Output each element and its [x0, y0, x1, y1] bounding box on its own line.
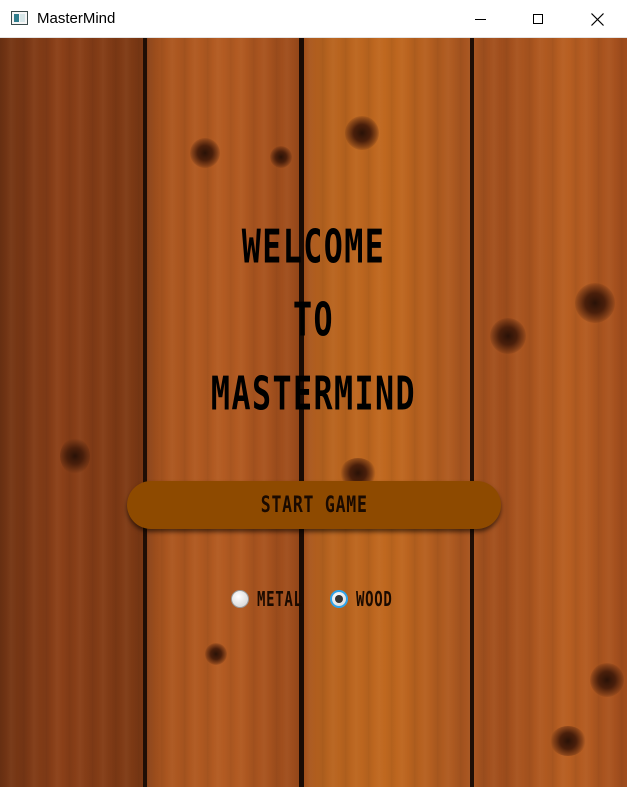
minimize-icon	[474, 18, 486, 20]
wood-knot	[575, 283, 615, 323]
app-window-icon	[11, 11, 28, 25]
wood-radio[interactable]	[330, 590, 348, 608]
welcome-title-line-1: WELCOME	[241, 220, 386, 275]
maximize-button[interactable]	[509, 0, 567, 38]
close-button[interactable]	[568, 0, 626, 38]
wood-knot	[60, 438, 90, 474]
metal-label: METAL	[257, 587, 303, 611]
wood-knot	[270, 146, 292, 168]
minimize-button[interactable]	[451, 0, 509, 38]
close-icon	[590, 12, 604, 26]
window-title: MasterMind	[37, 10, 116, 27]
start-game-label: START GAME	[260, 492, 368, 518]
theme-option-metal[interactable]: METAL	[231, 586, 322, 612]
wood-knot	[590, 663, 624, 697]
wood-label: WOOD	[356, 587, 393, 611]
maximize-icon	[533, 14, 543, 24]
wood-knot	[205, 643, 227, 665]
start-game-button[interactable]: START GAME	[127, 481, 501, 529]
welcome-title-line-3: MASTERMIND	[210, 367, 417, 422]
metal-radio[interactable]	[231, 590, 249, 608]
wood-knot	[345, 116, 379, 150]
wood-knot	[550, 726, 586, 756]
title-bar[interactable]: MasterMind	[0, 0, 627, 38]
wood-knot	[190, 138, 220, 168]
welcome-title-line-2: TO	[292, 293, 335, 348]
theme-option-wood[interactable]: WOOD	[330, 586, 408, 612]
mastermind-window: MasterMind WELCOME TO MASTERMIND START G…	[0, 0, 627, 787]
